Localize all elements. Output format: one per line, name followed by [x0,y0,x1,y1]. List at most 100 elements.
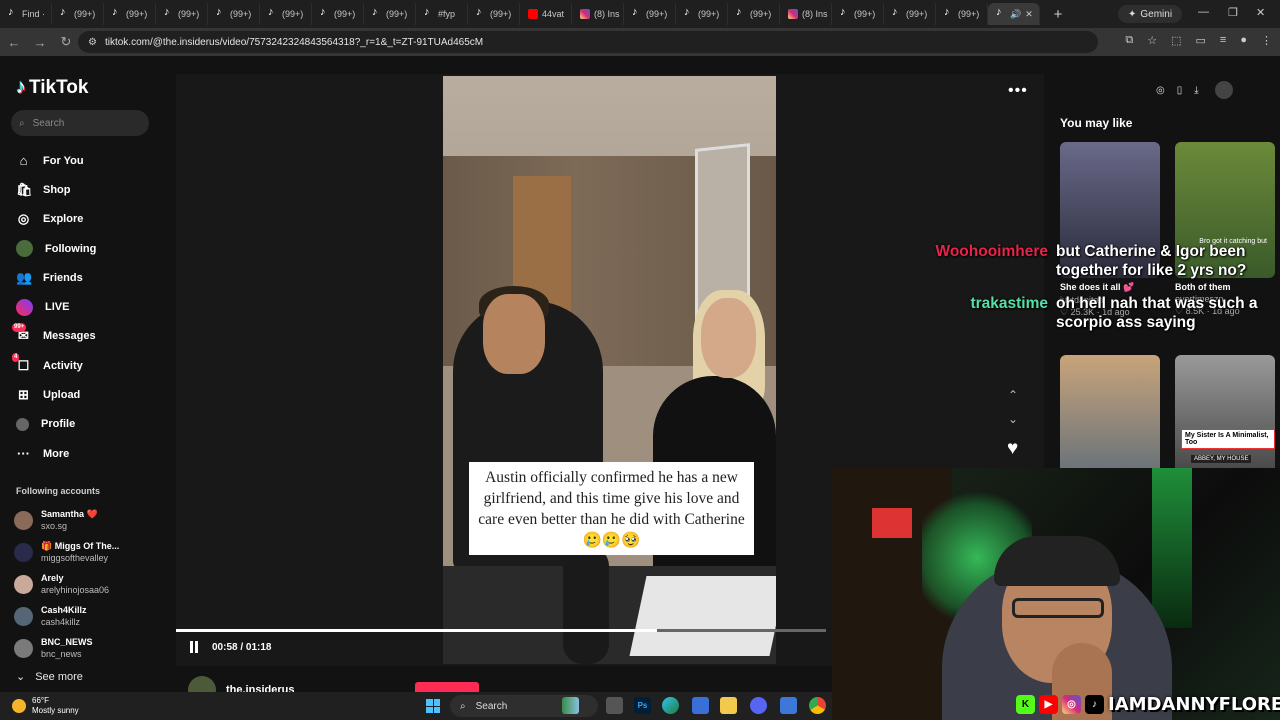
browser-tab[interactable]: (8) Ins [572,3,624,25]
menu-item-more[interactable]: ··· More [16,439,166,468]
tiktok-icon [320,6,330,19]
browser-tab[interactable]: (99+) [260,3,312,25]
weather-widget[interactable]: 66°F Mostly sunny [12,696,79,716]
account-avatar[interactable] [14,542,33,562]
gemini-button[interactable]: ✦ Gemini [1118,5,1183,23]
store-icon[interactable] [692,697,709,714]
reload-icon[interactable]: ↻ [54,34,78,50]
browser-tab[interactable]: (99+) [624,3,676,25]
browser-tab[interactable]: (8) Ins [780,3,832,25]
media-icon[interactable]: ≡ [1220,34,1226,47]
following-account[interactable]: Cash4Killz cash4killz [14,600,164,632]
profile-avatar-icon[interactable]: ● [1240,34,1247,47]
site-info-icon[interactable]: ⚙ [88,37,97,48]
follow-button[interactable] [415,682,479,692]
tiktok-logo[interactable]: ♪ TikTok [16,76,88,99]
account-avatar[interactable] [14,638,33,658]
browser-tab[interactable]: (99+) [936,3,988,25]
close-window-icon[interactable]: ✕ [1256,6,1265,19]
browser-tab[interactable]: (99+) [156,3,208,25]
file-explorer-icon[interactable] [720,697,737,714]
browser-menu-icon[interactable]: ⋮ [1261,34,1272,47]
phone-icon[interactable]: ▯ [1177,85,1183,96]
search-icon: ⌕ [19,117,25,129]
browser-tab[interactable]: 44vat [520,3,572,25]
browser-tab[interactable]: (99+) [884,3,936,25]
tiktok-icon: ♪ [1085,694,1104,714]
menu-item-friends[interactable]: 👥 Friends [16,263,166,292]
restore-icon[interactable]: ❐ [1228,6,1238,19]
back-icon[interactable]: ← [2,35,26,50]
following-account[interactable]: Samantha ❤️ sxo.sg [14,504,164,536]
webcam-green-panel [1152,468,1192,628]
tab-label: (99+) [386,9,408,19]
menu-item-shop[interactable]: 🛍 Shop [16,175,166,204]
close-tab-icon[interactable]: ✕ [1025,9,1033,20]
video-progress-bar[interactable] [176,629,826,632]
menu-item-activity[interactable]: ☐ 4 Activity [12,351,166,380]
browser-tab[interactable]: (99+) [676,3,728,25]
coins-icon[interactable]: ◎ [1156,85,1165,96]
url-field[interactable]: ⚙ tiktok.com/@the.insiderus/video/757324… [78,31,1098,53]
minimize-icon[interactable]: — [1198,6,1209,18]
see-more-button[interactable]: ⌄ See more [16,670,83,684]
browser-tab[interactable]: (99+) [832,3,884,25]
forward-icon[interactable]: → [28,35,52,50]
browser-tab-active[interactable]: 🔊✕ [988,3,1040,25]
browser-tab[interactable]: Find · [0,3,52,25]
menu-item-profile[interactable]: Profile [16,410,166,439]
tiktok-icon [736,6,746,19]
video-player[interactable] [443,76,776,664]
menu-item-following[interactable]: Following [16,234,166,263]
windows-start-icon[interactable] [426,699,440,713]
tab-label: (99+) [750,9,772,19]
photoshop-icon[interactable]: Ps [634,697,651,714]
chrome-icon[interactable] [809,697,826,714]
following-account[interactable]: 🎁 Miggs Of The... miggsofthevalley [14,536,164,568]
browser-tab[interactable]: (99+) [364,3,416,25]
browser-tab[interactable]: (99+) [728,3,780,25]
browser-tab[interactable]: (99+) [208,3,260,25]
new-tab-icon[interactable]: + [1046,6,1070,23]
like-heart-icon[interactable]: ♥ [1007,438,1018,460]
following-account[interactable]: Arely arelyhinojosaa06 [14,568,164,600]
more-options-icon[interactable]: ••• [1008,82,1028,100]
menu-item-messages[interactable]: ✉ 99+ Messages [12,322,166,351]
sidepanel-icon[interactable]: ▭ [1196,34,1206,47]
previous-video-icon[interactable]: ⌃ [1008,388,1018,402]
tiktok-icon [476,6,486,19]
search-highlight-icon[interactable] [562,697,579,714]
install-app-icon[interactable]: ⧉ [1125,34,1133,47]
recommendation-card[interactable]: She does it all 💕 justdanitaa ♡ 25.3K · 1d… [1060,142,1160,318]
menu-item-for-you[interactable]: ⌂ For You [16,146,166,175]
bookmark-star-icon[interactable]: ☆ [1147,34,1157,47]
menu-item-explore[interactable]: ◎ Explore [16,205,166,234]
browser-tab[interactable]: (99+) [52,3,104,25]
browser-tab[interactable]: #fyp [416,3,468,25]
streamer-webcam [832,468,1280,720]
discord-icon[interactable] [750,697,767,714]
notification-badge: 4 [12,352,20,362]
next-video-icon[interactable]: ⌄ [1008,412,1018,426]
tiktok-icon [60,6,70,19]
task-view-icon[interactable] [606,697,623,714]
extensions-icon[interactable]: ⬚ [1171,34,1181,47]
browser-tab[interactable]: (99+) [104,3,156,25]
following-account[interactable]: BNC_NEWS bnc_news [14,632,164,664]
download-icon[interactable]: ⤓ [1194,85,1198,96]
browser-tab[interactable]: (99+) [312,3,364,25]
account-text: BNC_NEWS bnc_news [41,636,93,660]
pause-icon[interactable] [188,641,200,653]
edge-icon[interactable] [662,697,679,714]
search-input[interactable]: ⌕ Search [11,110,149,136]
account-avatar[interactable] [14,510,33,530]
tab-label: (99+) [126,9,148,19]
browser-tab[interactable]: (99+) [468,3,520,25]
menu-item-upload[interactable]: ⊞ Upload [16,380,166,409]
recommendation-card[interactable]: Bro got it catching but Both of them evert… [1175,142,1275,317]
app-icon[interactable] [780,697,797,714]
menu-item-live[interactable]: LIVE [16,292,166,321]
account-avatar[interactable] [14,574,33,594]
user-avatar[interactable] [1214,81,1233,99]
account-avatar[interactable] [14,606,33,626]
